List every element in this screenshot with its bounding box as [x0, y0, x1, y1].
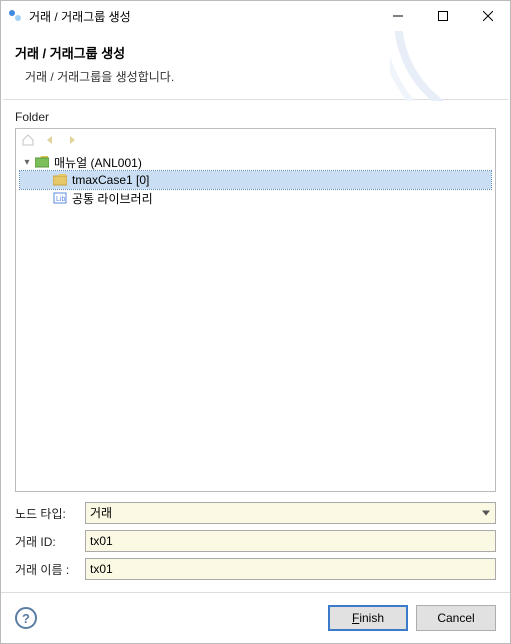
tree-node-library[interactable]: Lib 공통 라이브러리 [20, 189, 491, 207]
node-type-row: 노드 타입: 거래 [15, 502, 496, 524]
tree-body[interactable]: ▾ 매뉴얼 (ANL001) tmaxCase1 [0] Lib 공통 라이브러… [16, 151, 495, 491]
help-icon: ? [22, 611, 30, 626]
project-folder-icon [34, 154, 50, 170]
forward-icon[interactable] [64, 132, 80, 148]
minimize-button[interactable] [375, 1, 420, 31]
tx-name-label: 거래 이름 : [15, 561, 85, 578]
maximize-button[interactable] [420, 1, 465, 31]
node-type-field: 거래 [85, 502, 496, 524]
window-buttons [375, 1, 510, 31]
tx-name-field [85, 558, 496, 580]
tx-name-input[interactable] [85, 558, 496, 580]
tx-name-row: 거래 이름 : [15, 558, 496, 580]
tree-case-label: tmaxCase1 [0] [72, 173, 149, 187]
finish-button[interactable]: Finish [328, 605, 408, 631]
dialog-footer: ? Finish Cancel [1, 592, 510, 643]
expand-toggle-icon[interactable]: ▾ [20, 157, 34, 168]
home-icon[interactable] [20, 132, 36, 148]
form-area: 노드 타입: 거래 거래 ID: 거래 이름 : [15, 502, 496, 586]
node-type-label: 노드 타입: [15, 505, 85, 522]
content-area: Folder ▾ 매뉴얼 (ANL001) [1, 100, 510, 592]
header-description: 거래 / 거래그룹을 생성합니다. [25, 68, 496, 85]
cancel-button[interactable]: Cancel [416, 605, 496, 631]
finish-rest: inish [359, 611, 384, 625]
tx-id-input[interactable] [85, 530, 496, 552]
app-icon [7, 8, 23, 24]
node-type-select[interactable]: 거래 [85, 502, 496, 524]
tree-root-node[interactable]: ▾ 매뉴얼 (ANL001) [20, 153, 491, 171]
tx-id-label: 거래 ID: [15, 533, 85, 550]
dialog-header: 거래 / 거래그룹 생성 거래 / 거래그룹을 생성합니다. [1, 31, 510, 99]
back-icon[interactable] [42, 132, 58, 148]
tree-toolbar [16, 129, 495, 151]
header-title: 거래 / 거래그룹 생성 [15, 43, 496, 62]
tree-library-label: 공통 라이브러리 [72, 190, 153, 207]
folder-tree-panel: ▾ 매뉴얼 (ANL001) tmaxCase1 [0] Lib 공통 라이브러… [15, 128, 496, 492]
svg-text:Lib: Lib [56, 196, 65, 203]
tree-node-case[interactable]: tmaxCase1 [0] [20, 171, 491, 189]
help-button[interactable]: ? [15, 607, 37, 629]
tx-id-row: 거래 ID: [15, 530, 496, 552]
header-decoration [390, 31, 510, 101]
folder-label: Folder [15, 110, 496, 124]
tree-root-label: 매뉴얼 (ANL001) [54, 154, 142, 171]
cancel-label: Cancel [437, 611, 474, 625]
tx-id-field [85, 530, 496, 552]
titlebar: 거래 / 거래그룹 생성 [1, 1, 510, 31]
window-title: 거래 / 거래그룹 생성 [29, 8, 375, 25]
close-button[interactable] [465, 1, 510, 31]
library-icon: Lib [52, 190, 68, 206]
case-folder-icon [52, 172, 68, 188]
